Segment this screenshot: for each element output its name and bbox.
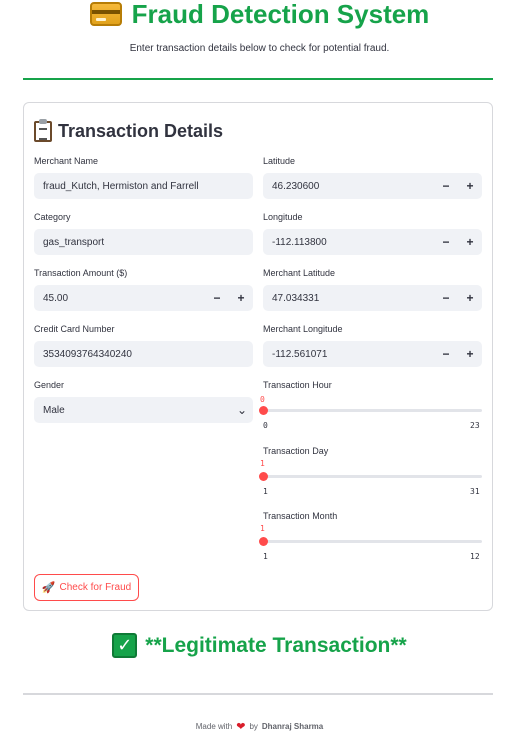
merchant-longitude-input[interactable]: -112.561071 − +: [263, 341, 482, 367]
heart-icon: ❤: [236, 721, 246, 733]
result-text: **Legitimate Transaction**: [145, 633, 407, 657]
merchant-latitude-increment-button[interactable]: +: [458, 291, 482, 305]
day-max-label: 31: [470, 487, 480, 496]
merchant-latitude-decrement-button[interactable]: −: [434, 291, 458, 305]
longitude-increment-button[interactable]: +: [458, 235, 482, 249]
check-for-fraud-label: Check for Fraud: [59, 582, 132, 593]
longitude-label: Longitude: [263, 212, 303, 222]
merchant-latitude-value: 47.034331: [272, 292, 320, 304]
day-min-label: 1: [263, 487, 268, 496]
category-value: gas_transport: [43, 236, 105, 248]
merchant-name-label: Merchant Name: [34, 156, 99, 166]
latitude-input[interactable]: 46.230600 − +: [263, 173, 482, 199]
page-title: Fraud Detection System: [131, 0, 430, 29]
category-label: Category: [34, 212, 71, 222]
latitude-label: Latitude: [263, 156, 296, 166]
check-for-fraud-button[interactable]: 🚀 Check for Fraud: [34, 574, 139, 601]
merchant-latitude-label: Merchant Latitude: [263, 268, 336, 278]
latitude-value: 46.230600: [272, 180, 320, 192]
day-slider-thumb[interactable]: [259, 472, 268, 481]
card-number-value: 3534093764340240: [43, 348, 132, 360]
page-header: Fraud Detection System: [0, 0, 519, 29]
section-header: Transaction Details: [34, 119, 224, 142]
merchant-longitude-increment-button[interactable]: +: [458, 347, 482, 361]
check-mark-icon: ✓: [112, 633, 138, 658]
card-number-label: Credit Card Number: [34, 324, 115, 334]
merchant-latitude-input[interactable]: 47.034331 − +: [263, 285, 482, 311]
month-current-value: 1: [260, 524, 265, 533]
merchant-name-value: fraud_Kutch, Hermiston and Farrell: [43, 180, 199, 192]
footer-by: by: [249, 722, 258, 731]
header-divider: [23, 78, 493, 80]
section-title: Transaction Details: [58, 121, 224, 141]
day-label: Transaction Day: [263, 446, 329, 456]
hour-current-value: 0: [260, 395, 265, 404]
amount-label: Transaction Amount ($): [34, 268, 128, 278]
month-slider-track[interactable]: [263, 540, 482, 543]
month-label: Transaction Month: [263, 511, 338, 521]
rocket-icon: 🚀: [41, 582, 56, 594]
latitude-decrement-button[interactable]: −: [434, 179, 458, 193]
footer-made-with: Made with: [195, 722, 233, 731]
gender-value: Male: [43, 404, 65, 416]
gender-label: Gender: [34, 380, 65, 390]
footer-divider: [23, 693, 493, 695]
merchant-longitude-value: -112.561071: [272, 348, 328, 360]
longitude-decrement-button[interactable]: −: [434, 235, 458, 249]
hour-label: Transaction Hour: [263, 380, 332, 390]
page-subtitle: Enter transaction details below to check…: [129, 43, 390, 54]
card-number-input[interactable]: 3534093764340240: [34, 341, 253, 367]
credit-card-icon: [89, 2, 122, 26]
month-max-label: 12: [470, 552, 480, 561]
clipboard-icon: [34, 119, 52, 142]
month-min-label: 1: [263, 552, 268, 561]
category-input[interactable]: gas_transport: [34, 229, 253, 255]
result-banner: ✓ **Legitimate Transaction**: [0, 633, 519, 658]
month-slider-thumb[interactable]: [259, 537, 268, 546]
amount-input[interactable]: 45.00 − +: [34, 285, 253, 311]
merchant-name-input[interactable]: fraud_Kutch, Hermiston and Farrell: [34, 173, 253, 199]
latitude-increment-button[interactable]: +: [458, 179, 482, 193]
chevron-down-icon: ⌄: [236, 403, 248, 417]
footer-author: Dhanraj Sharma: [261, 722, 324, 731]
merchant-longitude-label: Merchant Longitude: [263, 324, 343, 334]
longitude-value: -112.113800: [272, 236, 327, 248]
hour-max-label: 23: [470, 421, 480, 430]
longitude-input[interactable]: -112.113800 − +: [263, 229, 482, 255]
day-slider-track[interactable]: [263, 475, 482, 478]
hour-slider-track[interactable]: [263, 409, 482, 412]
day-current-value: 1: [260, 459, 265, 468]
amount-increment-button[interactable]: +: [229, 291, 253, 305]
gender-select[interactable]: Male ⌄: [34, 397, 253, 423]
hour-min-label: 0: [263, 421, 268, 430]
hour-slider-thumb[interactable]: [259, 406, 268, 415]
footer: Made with ❤ by Dhanraj Sharma: [0, 720, 519, 733]
merchant-longitude-decrement-button[interactable]: −: [434, 347, 458, 361]
amount-value: 45.00: [43, 292, 69, 304]
amount-decrement-button[interactable]: −: [205, 291, 229, 305]
